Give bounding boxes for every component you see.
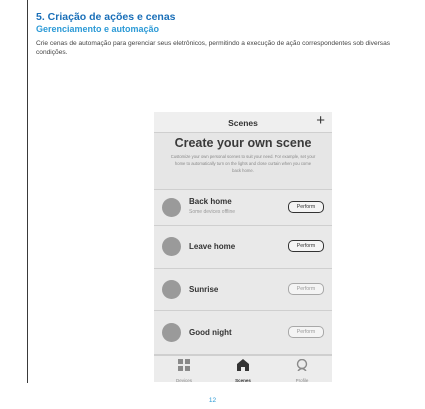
profile-icon — [296, 358, 308, 372]
perform-button[interactable]: Perform — [288, 326, 324, 338]
home-icon — [237, 359, 249, 371]
scene-name: Back home — [189, 197, 232, 206]
grid-icon — [178, 359, 190, 371]
add-scene-icon[interactable]: + — [316, 112, 325, 130]
perform-button[interactable]: Perform — [288, 240, 324, 252]
section-body: Crie cenas de automação para gerenciar s… — [36, 40, 391, 56]
scene-avatar — [162, 198, 181, 217]
scene-avatar — [162, 237, 181, 256]
perform-button[interactable]: Perform — [288, 283, 324, 295]
scene-name: Sunrise — [189, 285, 219, 294]
scene-item-leave-home[interactable]: Leave home Perform — [154, 226, 332, 269]
tab-label: Profile — [295, 378, 309, 383]
scene-avatar — [162, 323, 181, 342]
app-header: Scenes + — [154, 112, 332, 133]
tab-label: Scenes — [235, 378, 251, 383]
scene-item-good-night[interactable]: Good night Perform — [154, 311, 332, 355]
tab-profile[interactable]: Profile — [282, 358, 322, 383]
scene-name: Leave home — [189, 242, 236, 251]
section-title: 5. Criação de ações e cenas — [36, 11, 176, 23]
scene-status: Some devices offline — [189, 209, 236, 215]
scene-item-sunrise[interactable]: Sunrise Perform — [154, 269, 332, 311]
scene-name: Good night — [189, 328, 232, 337]
left-margin-rule — [27, 0, 28, 383]
create-scene-description: Customize your own personal scenes to su… — [170, 154, 316, 173]
section-subtitle: Gerenciamento e automação — [36, 24, 160, 34]
perform-button[interactable]: Perform — [288, 201, 324, 213]
tab-scenes[interactable]: Scenes — [223, 358, 263, 383]
create-scene-title: Create your own scene — [174, 136, 312, 150]
page-number: 12 — [208, 397, 217, 404]
scene-item-back-home[interactable]: Back home Some devices offline Perform — [154, 190, 332, 226]
bottom-tab-bar: Devices Scenes Profile — [154, 355, 332, 383]
app-screenshot: Scenes + Create your own scene Customize… — [154, 112, 332, 383]
app-header-title: Scenes — [228, 118, 258, 128]
create-scene-banner: Create your own scene Customize your own… — [154, 133, 332, 190]
scene-avatar — [162, 280, 181, 299]
tab-devices[interactable]: Devices — [164, 358, 204, 383]
tab-label: Devices — [175, 378, 192, 383]
